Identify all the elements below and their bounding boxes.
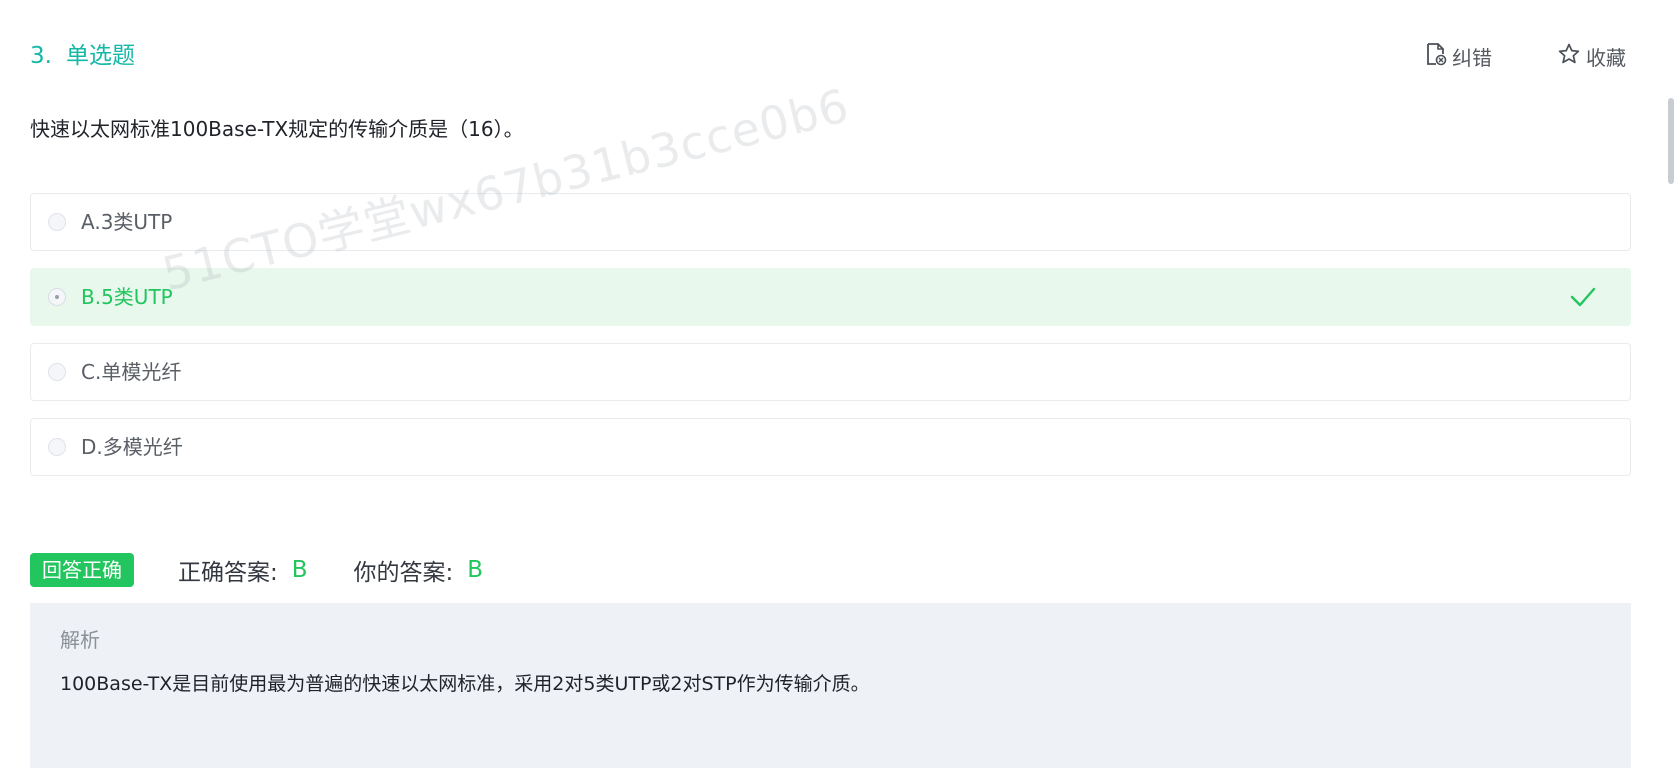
- your-answer-label: 你的答案:: [353, 560, 454, 586]
- question-number: 3.: [30, 43, 52, 69]
- scrollbar[interactable]: [1666, 0, 1674, 768]
- question-page: 3. 单选题 纠错 收藏 快速以太网标准100Base-TX规定的传输介质是（1…: [0, 0, 1674, 768]
- analysis-title: 解析: [60, 628, 100, 652]
- option-a-label: A.3类UTP: [81, 210, 173, 234]
- option-c[interactable]: C.单模光纤: [30, 343, 1631, 401]
- option-a[interactable]: A.3类UTP: [30, 193, 1631, 251]
- option-c-radio[interactable]: [48, 363, 66, 381]
- report-error-button[interactable]: 纠错: [1425, 38, 1492, 74]
- option-a-radio[interactable]: [48, 213, 66, 231]
- question-header: 3. 单选题 纠错 收藏: [30, 38, 1630, 74]
- option-d-label: D.多模光纤: [81, 435, 183, 459]
- scrollbar-thumb[interactable]: [1668, 98, 1674, 184]
- status-badge: 回答正确: [30, 553, 134, 587]
- your-answer-value: B: [467, 557, 484, 583]
- favorite-label: 收藏: [1586, 45, 1626, 70]
- favorite-button[interactable]: 收藏: [1557, 38, 1626, 74]
- question-type: 单选题: [65, 43, 135, 69]
- question-title: 3. 单选题: [30, 38, 135, 74]
- option-c-label: C.单模光纤: [81, 360, 182, 384]
- analysis-panel: 解析 100Base-TX是目前使用最为普遍的快速以太网标准，采用2对5类UTP…: [30, 603, 1631, 768]
- option-b-label: B.5类UTP: [81, 285, 173, 309]
- analysis-body: 100Base-TX是目前使用最为普遍的快速以太网标准，采用2对5类UTP或2对…: [60, 673, 870, 695]
- report-error-label: 纠错: [1452, 45, 1492, 70]
- document-edit-icon: [1425, 42, 1452, 71]
- correct-answer-value: B: [291, 557, 308, 583]
- correct-answer-label: 正确答案:: [178, 560, 278, 586]
- option-d-radio[interactable]: [48, 438, 66, 456]
- star-icon: [1557, 42, 1586, 71]
- option-b-radio[interactable]: [48, 288, 66, 306]
- result-bar: 回答正确 正确答案: B 你的答案: B: [30, 552, 529, 588]
- option-d[interactable]: D.多模光纤: [30, 418, 1631, 476]
- question-stem: 快速以太网标准100Base-TX规定的传输介质是（16）。: [30, 117, 524, 141]
- checkmark-icon: [1570, 286, 1596, 312]
- option-b[interactable]: B.5类UTP: [30, 268, 1631, 326]
